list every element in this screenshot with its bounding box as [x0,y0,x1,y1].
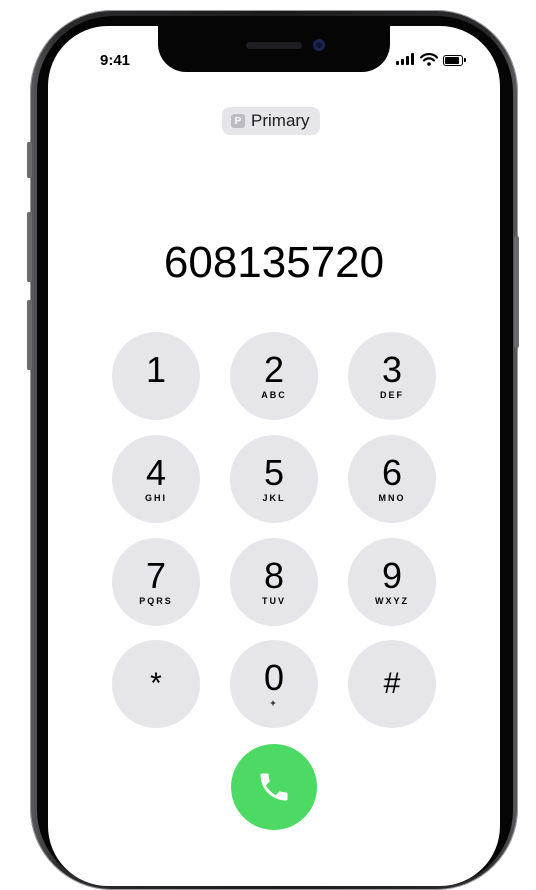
key-digit: * [150,667,162,700]
key-letters: DEF [380,390,404,400]
key-star[interactable]: * [112,640,200,728]
key-8[interactable]: 8 TUV [230,538,318,626]
key-letters: + [270,698,278,708]
key-digit: 9 [381,555,403,596]
key-0[interactable]: 0 + [230,640,318,728]
key-digit: 5 [263,452,285,493]
key-digit: 4 [145,452,167,493]
key-letters: ABC [261,390,287,400]
key-6[interactable]: 6 MNO [348,435,436,523]
phone-screen: 9:41 P Primary 608135720 1 2 ABC 3 DEF 4… [48,26,500,886]
key-4[interactable]: 4 GHI [112,435,200,523]
silent-switch [27,142,32,178]
key-letters: MNO [378,493,406,503]
key-digit: # [383,667,401,700]
key-9[interactable]: 9 WXYZ [348,538,436,626]
key-digit: 1 [145,349,167,390]
key-digit: 7 [145,555,167,596]
volume-down-button [27,300,32,370]
key-digit: 8 [263,555,285,596]
phone-icon [260,773,288,801]
key-2[interactable]: 2 ABC [230,332,318,420]
key-letters: GHI [144,493,167,503]
key-digit: 3 [381,349,403,390]
key-digit: 2 [263,349,285,390]
key-hash[interactable]: # [348,640,436,728]
key-letters: WXYZ [375,596,409,606]
key-digit: 0 [263,657,285,698]
key-digit: 6 [381,452,403,493]
call-button[interactable] [231,744,317,830]
volume-up-button [27,212,32,282]
key-5[interactable]: 5 JKL [230,435,318,523]
key-3[interactable]: 3 DEF [348,332,436,420]
key-letters: PQRS [139,596,173,606]
key-letters: JKL [262,493,286,503]
key-letters: TUV [262,596,286,606]
key-1[interactable]: 1 [112,332,200,420]
key-7[interactable]: 7 PQRS [112,538,200,626]
power-button [514,236,519,348]
